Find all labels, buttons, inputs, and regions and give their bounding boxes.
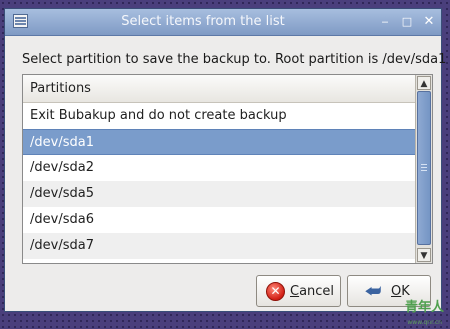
list-item[interactable]: /dev/sda7	[23, 233, 415, 259]
cancel-label: Cancel	[290, 284, 335, 299]
list-item-label: /dev/sda6	[30, 212, 94, 227]
list-item-label: Exit Bubakup and do not create backup	[30, 108, 287, 123]
grip-icon	[421, 164, 427, 165]
list-item[interactable]: /dev/sda2	[23, 155, 415, 181]
maximize-button[interactable]: □	[399, 14, 415, 30]
cancel-icon: ✕	[266, 282, 285, 301]
title-bar[interactable]: Select items from the list ‒ □ ✕	[5, 9, 441, 36]
list-item-label: /dev/sda5	[30, 186, 94, 201]
watermark-url: www.qnr.cn	[407, 319, 442, 326]
list-item-label: /dev/sda2	[30, 160, 94, 175]
column-header-label: Partitions	[30, 81, 91, 96]
scroll-up-arrow-icon[interactable]: ▲	[417, 76, 431, 90]
list-item[interactable]: /dev/sda6	[23, 207, 415, 233]
partition-list[interactable]: Partitions Exit Bubakup and do not creat…	[22, 74, 433, 264]
close-button[interactable]: ✕	[421, 14, 437, 30]
watermark-logo: 青年人	[404, 300, 444, 315]
list-item[interactable]: Exit Bubakup and do not create backup	[23, 103, 415, 129]
minimize-button[interactable]: ‒	[377, 14, 393, 30]
list-item-label: /dev/sda7	[30, 238, 94, 253]
window-menu-icon[interactable]	[13, 14, 28, 28]
list-item-selected[interactable]: /dev/sda1	[23, 129, 415, 155]
window-title: Select items from the list	[121, 14, 285, 29]
column-header-partitions[interactable]: Partitions	[23, 75, 415, 103]
cancel-button[interactable]: ✕ Cancel	[256, 275, 341, 307]
scroll-down-arrow-icon[interactable]: ▼	[417, 248, 431, 262]
prompt-text: Select partition to save the backup to. …	[22, 52, 447, 67]
list-item[interactable]: /dev/sda5	[23, 181, 415, 207]
ok-icon: ⮨	[364, 281, 382, 302]
vertical-scrollbar[interactable]: ▲ ▼	[415, 75, 432, 263]
select-items-dialog: Select items from the list ‒ □ ✕ Select …	[4, 8, 446, 312]
list-item-label: /dev/sda1	[30, 135, 94, 150]
scroll-thumb[interactable]	[417, 91, 431, 245]
